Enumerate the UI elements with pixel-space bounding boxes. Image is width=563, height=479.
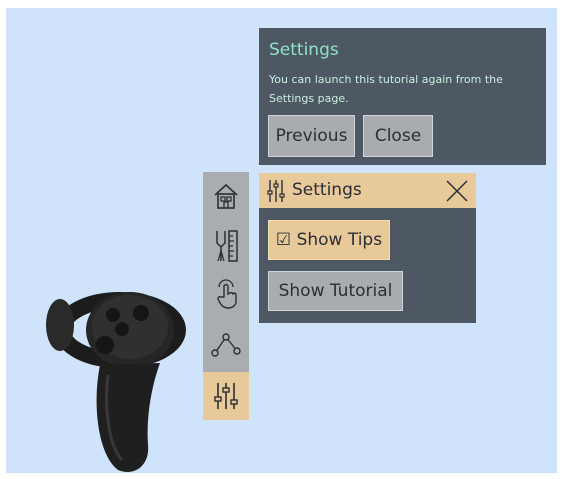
previous-button[interactable]: Previous	[268, 115, 355, 157]
toolbar-interact[interactable]	[208, 276, 244, 312]
tools-icon	[216, 230, 238, 262]
settings-panel-title: Settings	[292, 180, 362, 200]
tool-strip	[203, 172, 249, 420]
path-nodes-icon	[211, 333, 241, 357]
vr-controller	[46, 292, 186, 473]
sliders-icon	[267, 180, 285, 202]
close-tooltip-button[interactable]: Close	[363, 115, 433, 157]
show-tutorial-button[interactable]: Show Tutorial	[268, 271, 403, 311]
toolbar-settings[interactable]	[203, 372, 249, 420]
settings-panel-header: Settings	[259, 173, 476, 208]
toolbar-path[interactable]	[208, 326, 244, 362]
tooltip-text: You can launch this tutorial again from …	[269, 73, 503, 105]
show-tips-toggle[interactable]: ☑ Show Tips	[268, 220, 390, 260]
close-icon[interactable]	[445, 179, 469, 203]
tooltip-title: Settings	[269, 40, 339, 60]
toolbar-tools[interactable]	[208, 228, 244, 264]
sliders-icon	[214, 383, 238, 409]
home-icon	[214, 183, 238, 209]
hand-pointer-icon	[217, 279, 237, 309]
toolbar-home[interactable]	[208, 178, 244, 214]
